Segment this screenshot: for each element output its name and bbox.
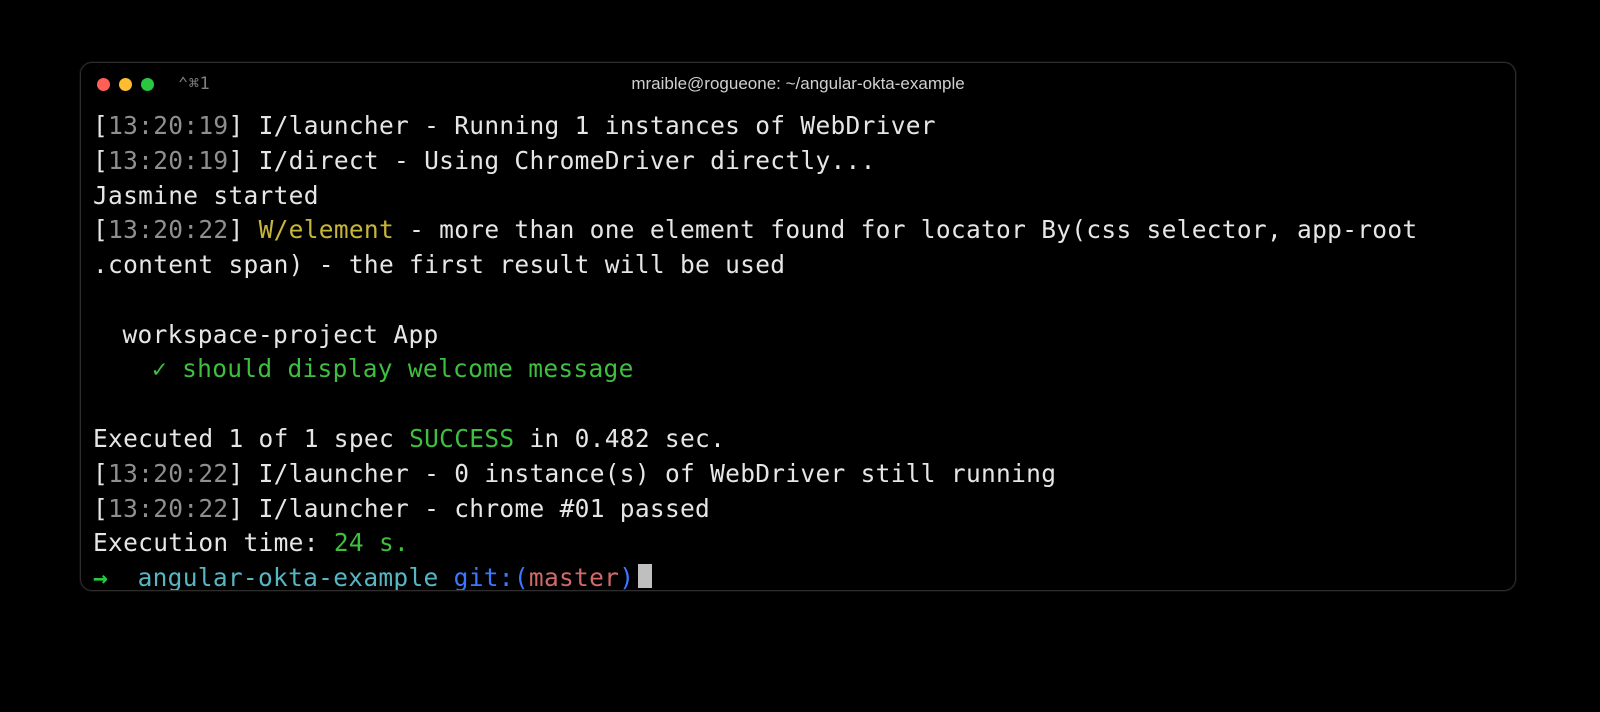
suite-name: workspace-project App [93,318,1503,353]
log-line: [13:20:19] I/launcher - Running 1 instan… [93,109,1503,144]
summary-line: Executed 1 of 1 spec SUCCESS in 0.482 se… [93,422,1503,457]
minimize-icon[interactable] [119,78,132,91]
git-label: git:( [454,563,529,591]
window-title: mraible@rogueone: ~/angular-okta-example [81,74,1515,94]
shell-prompt[interactable]: → angular-okta-example git:(master) [93,561,1503,591]
test-result: ✓ should display welcome message [93,352,1503,387]
maximize-icon[interactable] [141,78,154,91]
log-line: Jasmine started [93,179,1503,214]
app-stage: ⌃⌘1 mraible@rogueone: ~/angular-okta-exa… [0,0,1600,712]
blank-line [93,387,1503,422]
execution-time: Execution time: 24 s. [93,526,1503,561]
git-branch: master [529,563,619,591]
window-titlebar: ⌃⌘1 mraible@rogueone: ~/angular-okta-exa… [81,63,1515,105]
terminal-window: ⌃⌘1 mraible@rogueone: ~/angular-okta-exa… [80,62,1516,591]
cursor-icon [638,564,652,588]
terminal-output[interactable]: [13:20:19] I/launcher - Running 1 instan… [81,105,1515,591]
blank-line [93,283,1503,318]
log-line: [13:20:22] I/launcher - 0 instance(s) of… [93,457,1503,492]
checkmark-icon: ✓ [152,354,182,383]
log-line: [13:20:22] W/element - more than one ele… [93,213,1503,283]
git-close: ) [619,563,634,591]
prompt-directory: angular-okta-example [138,563,439,591]
traffic-lights [97,78,154,91]
prompt-arrow-icon: → [93,563,108,591]
close-icon[interactable] [97,78,110,91]
tab-shortcut: ⌃⌘1 [178,74,210,94]
log-line: [13:20:19] I/direct - Using ChromeDriver… [93,144,1503,179]
log-line: [13:20:22] I/launcher - chrome #01 passe… [93,492,1503,527]
